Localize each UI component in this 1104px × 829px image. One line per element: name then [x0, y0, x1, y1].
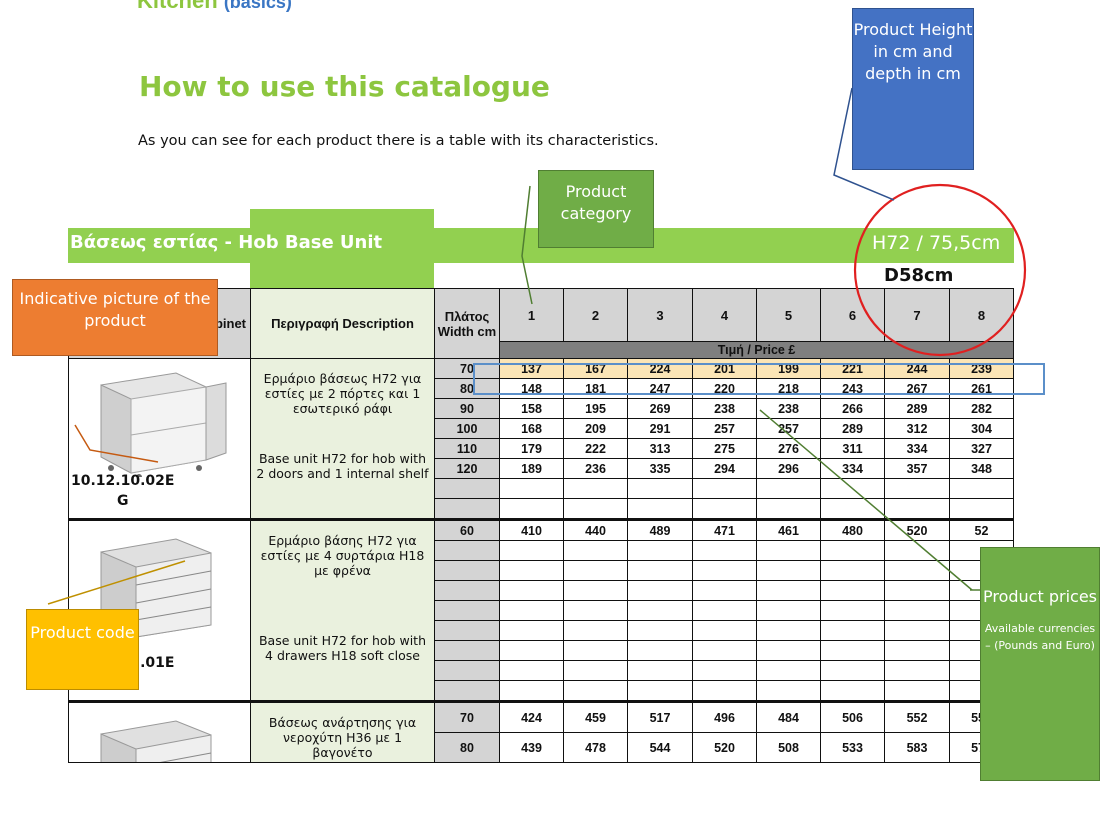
prices-callout-line	[759, 409, 973, 591]
picture-callout-line	[74, 424, 159, 463]
category-callout-line	[521, 185, 533, 305]
dimension-circle	[853, 183, 1027, 357]
code-callout-line	[47, 560, 186, 605]
price-row-highlight-box	[473, 363, 1045, 395]
height-callout-line	[833, 87, 895, 201]
annotation-overlay	[47, 87, 1045, 605]
